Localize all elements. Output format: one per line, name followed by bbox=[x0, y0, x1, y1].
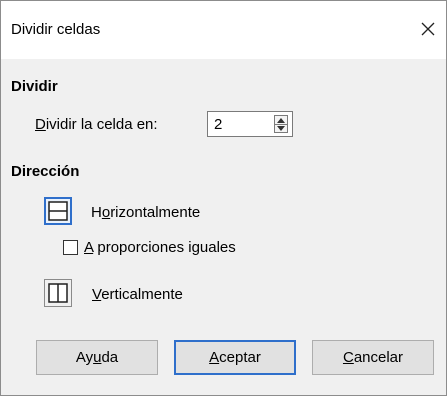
equal-proportions-checkbox[interactable] bbox=[63, 240, 78, 255]
window-title: Dividir celdas bbox=[11, 21, 101, 38]
close-button[interactable] bbox=[410, 11, 446, 47]
split-section-title: Dividir bbox=[11, 78, 58, 95]
spin-down-button[interactable] bbox=[275, 124, 287, 132]
title-bar: Dividir celdas bbox=[1, 1, 446, 59]
split-count-spinbox[interactable]: 2 bbox=[207, 111, 293, 137]
close-icon bbox=[421, 22, 435, 36]
help-button[interactable]: Ay u da bbox=[36, 340, 158, 375]
chevron-down-icon bbox=[277, 125, 285, 131]
vertical-option-label[interactable]: Verticalmente bbox=[92, 286, 183, 303]
equal-proportions-label[interactable]: A proporciones iguales bbox=[84, 239, 236, 256]
ok-button[interactable]: Aceptar bbox=[174, 340, 296, 375]
cancel-button[interactable]: Cancelar bbox=[312, 340, 434, 375]
horizontal-option-button[interactable] bbox=[44, 197, 72, 225]
split-horizontal-icon bbox=[48, 201, 68, 221]
split-cells-dialog: Dividir celdas Dividir Dividir la celda … bbox=[0, 0, 447, 396]
vertical-option-button[interactable] bbox=[44, 279, 72, 307]
spin-buttons bbox=[274, 115, 288, 133]
split-count-value[interactable]: 2 bbox=[214, 116, 222, 133]
split-vertical-icon bbox=[48, 283, 68, 303]
direction-section-title: Dirección bbox=[11, 163, 80, 180]
split-count-label: Dividir la celda en: bbox=[35, 116, 158, 133]
chevron-up-icon bbox=[277, 117, 285, 123]
horizontal-option-label[interactable]: Horizontalmente bbox=[91, 204, 200, 221]
